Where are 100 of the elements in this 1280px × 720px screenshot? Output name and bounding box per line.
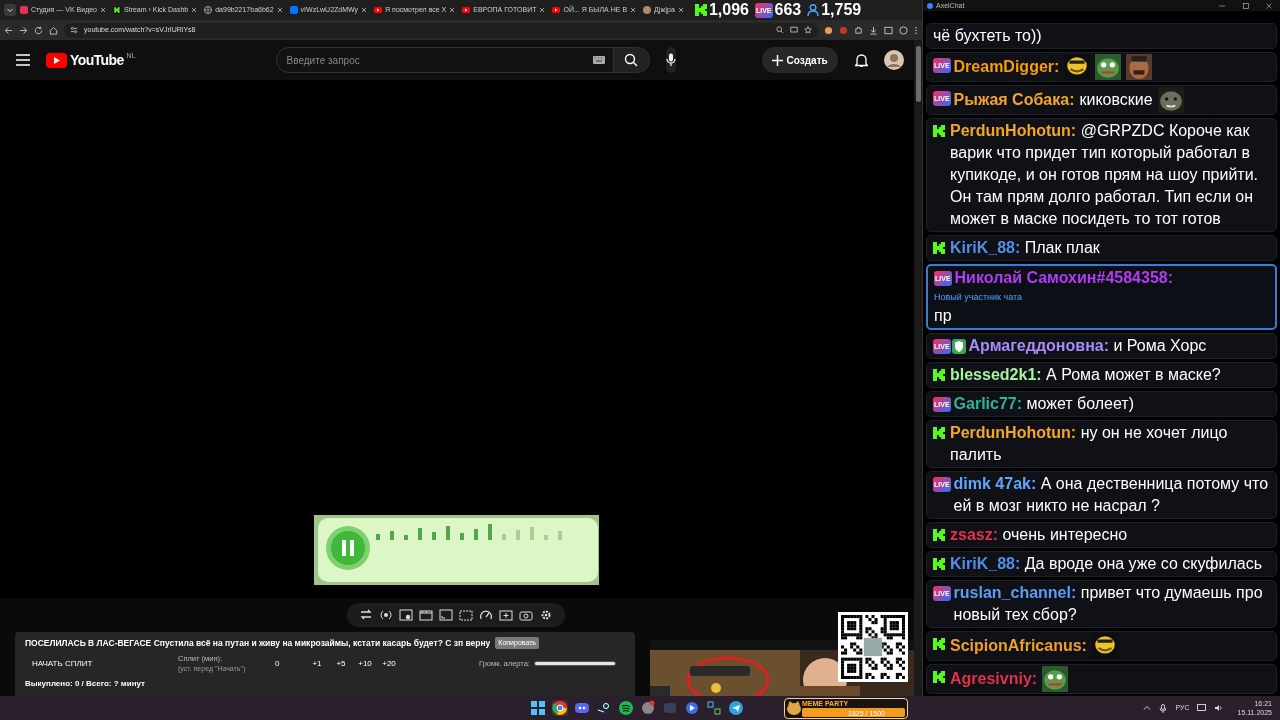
- more-icon[interactable]: [914, 25, 918, 35]
- microphone-icon[interactable]: [1159, 703, 1168, 713]
- watch-icon[interactable]: [398, 608, 413, 622]
- message-text: Армагеддоновна: и Рома Хорс: [968, 336, 1208, 356]
- username[interactable]: Николай Самохин#4584358:: [954, 267, 1174, 289]
- tab-favicon-icon: [113, 6, 121, 14]
- camera-icon[interactable]: [518, 608, 533, 622]
- increment-button[interactable]: +5: [329, 657, 353, 670]
- tab-favicon-icon: [289, 6, 298, 14]
- chat-app-icon[interactable]: [574, 700, 590, 716]
- clapperboard-icon[interactable]: [418, 608, 433, 622]
- menu-icon[interactable]: [16, 54, 30, 66]
- bell-icon[interactable]: [854, 52, 868, 68]
- search-icon: [624, 53, 639, 67]
- reload-icon[interactable]: [34, 25, 43, 35]
- tab-favicon-icon: [204, 6, 213, 14]
- music-icon[interactable]: [618, 700, 634, 716]
- search-button[interactable]: [613, 47, 650, 73]
- k-logo-icon: [933, 427, 945, 439]
- speaker-icon[interactable]: [1214, 704, 1224, 712]
- create-button[interactable]: Создать: [761, 47, 838, 73]
- k-logo-icon: [694, 4, 707, 16]
- search-field[interactable]: Введите запрос: [275, 47, 614, 73]
- new-member-note: Новый участник чата: [934, 291, 1024, 304]
- summary-text: Выкуплено: 0 / Всего: ? минут: [25, 677, 146, 690]
- close-icon[interactable]: [276, 7, 283, 13]
- maximize-icon[interactable]: [1243, 2, 1249, 9]
- speed-icon[interactable]: [478, 608, 493, 622]
- close-icon[interactable]: [677, 7, 684, 13]
- send-icon[interactable]: [728, 700, 744, 716]
- increment-button[interactable]: +20: [377, 657, 401, 670]
- zoom-icon[interactable]: [776, 26, 784, 34]
- app-icon[interactable]: [684, 700, 700, 716]
- app-icon: [927, 2, 933, 9]
- username[interactable]: Agresivniy:: [950, 668, 1038, 690]
- message-text: blessed2k1: А Рома может в маске?: [950, 365, 1222, 385]
- add-icon[interactable]: [498, 608, 513, 622]
- avatar[interactable]: [883, 50, 904, 70]
- message-text: KiriK_88: Плак плак: [950, 238, 1101, 258]
- scrollbar[interactable]: [914, 40, 922, 696]
- site-info-icon[interactable]: [70, 26, 78, 34]
- viewer-count: 1,096: [708, 1, 749, 19]
- back-icon[interactable]: [4, 25, 13, 35]
- tab-favicon-icon: [374, 6, 383, 14]
- k-logo-icon: [933, 638, 945, 650]
- username[interactable]: ScipionAfricanus:: [950, 635, 1087, 657]
- k-logo-icon: [933, 671, 945, 683]
- forward-icon[interactable]: [19, 25, 28, 35]
- profile-icon[interactable]: [899, 25, 908, 35]
- increment-button[interactable]: +10: [353, 657, 377, 670]
- k-logo-icon: [933, 529, 945, 541]
- start-split-button[interactable]: НАЧАТЬ СПЛИТ: [32, 657, 132, 670]
- message-text: киковские: [1079, 90, 1153, 110]
- split-value: 0: [275, 657, 281, 670]
- cast-icon[interactable]: [790, 26, 798, 34]
- close-icon[interactable]: [1266, 2, 1272, 9]
- monitor-icon[interactable]: [1197, 704, 1207, 712]
- broadcast-icon[interactable]: [378, 608, 393, 622]
- message-text: PerdunHohotun: @GRPZDC Короче как варик что придет тип который работал в купикоде, и он готов прям на шоу прийти. Он там прям долго работал. Тип если он может в маске посидеть то тот готов: [950, 121, 1260, 229]
- close-icon[interactable]: [361, 7, 368, 13]
- close-icon[interactable]: [630, 7, 637, 13]
- keyboard-icon[interactable]: [592, 56, 605, 64]
- close-icon[interactable]: [449, 7, 456, 13]
- start-icon[interactable]: [530, 700, 546, 716]
- k-logo-icon: [933, 369, 945, 381]
- game-store-icon[interactable]: [596, 700, 612, 716]
- message-text: ruslan_channel: привет что думаешь про новый тех сбор?: [953, 583, 1264, 625]
- person-icon: [807, 4, 820, 16]
- message-text: Garlic77: может болеет): [953, 394, 1136, 414]
- search-input[interactable]: Введите запрос: [286, 50, 593, 70]
- k-logo-icon: [933, 125, 945, 137]
- tab-favicon-icon: [20, 6, 28, 14]
- tab-favicon-icon: [643, 6, 652, 14]
- panel-title: ПОСЕЛИЛАСЬ В ЛАС-ВЕГАСЕ Спустила всё на путан и живу на микрозаймы, кстати касарь будет? С зп верну: [25, 637, 491, 650]
- username[interactable]: DreamDigger:: [953, 56, 1060, 78]
- close-icon[interactable]: [100, 7, 106, 13]
- message-text: пр: [934, 306, 953, 326]
- play-logo-icon: [46, 52, 67, 68]
- chevron-up-icon[interactable]: [1143, 704, 1152, 712]
- message-text: zsasz: очень интересно: [950, 525, 1129, 545]
- volume-slider[interactable]: [533, 661, 616, 667]
- message-text: KiriK_88: Да вроде она уже со скуфилась: [950, 554, 1263, 574]
- tab-list-icon[interactable]: [4, 4, 16, 16]
- home-icon[interactable]: [49, 25, 58, 35]
- close-icon[interactable]: [191, 7, 198, 13]
- screen-icon[interactable]: [438, 608, 453, 622]
- sidebar-icon[interactable]: [884, 25, 893, 35]
- frame-icon[interactable]: [458, 608, 473, 622]
- k-logo-icon: [933, 242, 945, 254]
- close-icon[interactable]: [539, 7, 546, 13]
- increment-button[interactable]: +1: [305, 657, 329, 670]
- browser-icon[interactable]: [552, 700, 568, 716]
- voice-search-button[interactable]: [665, 47, 676, 73]
- download-icon[interactable]: [869, 25, 878, 35]
- puzzle-icon[interactable]: [854, 25, 863, 35]
- tab-favicon-icon: [462, 6, 471, 14]
- username[interactable]: Рыжая Собака:: [953, 89, 1075, 111]
- loop-icon[interactable]: [358, 608, 373, 622]
- k-logo-icon: [933, 558, 945, 570]
- star-icon[interactable]: [804, 26, 812, 34]
